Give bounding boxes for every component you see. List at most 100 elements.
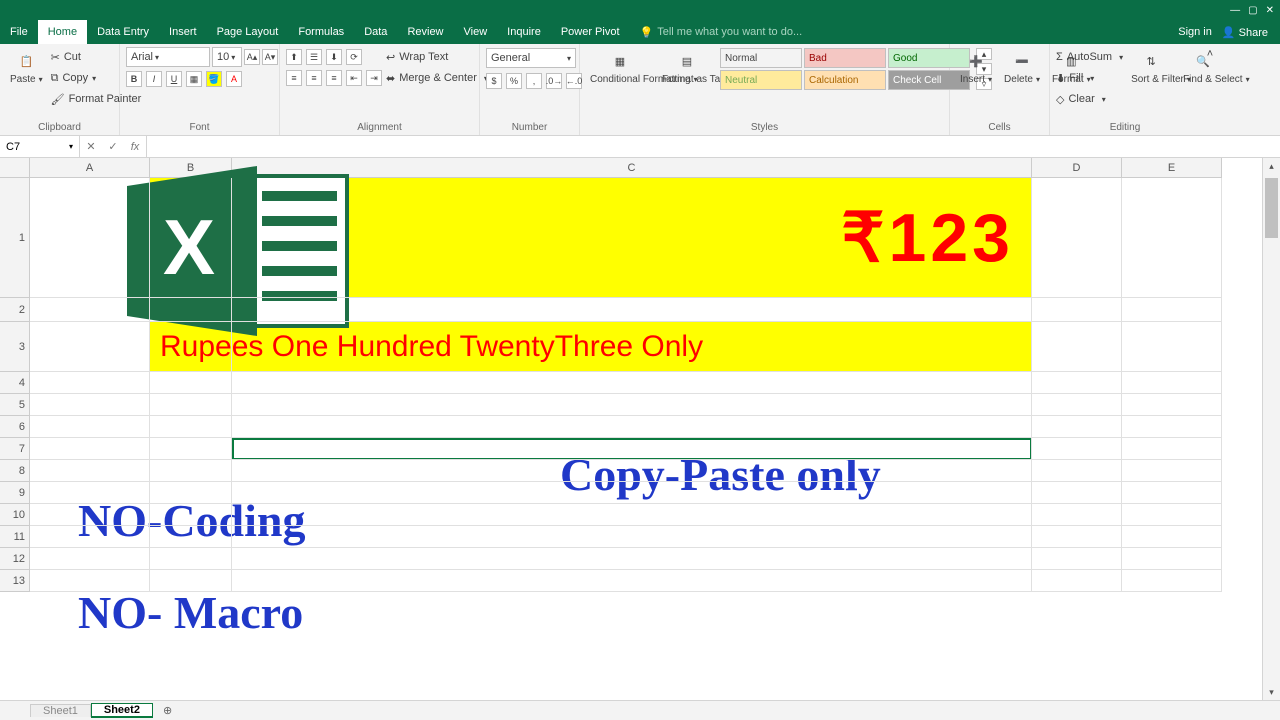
tab-view[interactable]: View	[454, 20, 498, 44]
share-button[interactable]: 👤 Share	[1222, 26, 1268, 39]
currency-button[interactable]: $	[486, 73, 502, 89]
inc-decimal-button[interactable]: .0→	[546, 73, 562, 89]
maximize-button[interactable]: ▢	[1248, 5, 1257, 16]
sigma-icon: Σ	[1056, 51, 1063, 63]
style-calculation[interactable]: Calculation	[804, 70, 886, 90]
sort-icon: ⇅	[1140, 50, 1162, 72]
fill-color-button[interactable]: 🪣	[206, 71, 222, 87]
spreadsheet-grid: ABCDE 12345678910111213 ₹123 Rupees One …	[0, 158, 1280, 700]
scroll-down-button[interactable]: ▾	[1263, 684, 1280, 700]
orientation-button[interactable]: ⟳	[346, 49, 362, 65]
row-head-12[interactable]: 12	[0, 548, 30, 570]
merge-label: Merge & Center	[399, 72, 477, 84]
row-head-1[interactable]: 1	[0, 178, 30, 298]
merge-center-button[interactable]: ⬌Merge & Center	[386, 69, 488, 87]
fx-icon[interactable]: fx	[124, 141, 146, 153]
delete-cells-button[interactable]: ➖Delete	[1000, 48, 1044, 87]
select-all-corner[interactable]	[0, 158, 30, 178]
tab-data[interactable]: Data	[354, 20, 397, 44]
tab-insert[interactable]: Insert	[159, 20, 207, 44]
alignment-group-label: Alignment	[286, 120, 473, 135]
row-head-11[interactable]: 11	[0, 526, 30, 548]
row-head-10[interactable]: 10	[0, 504, 30, 526]
number-format-selector[interactable]: General▾	[486, 48, 576, 68]
col-head-D[interactable]: D	[1032, 158, 1122, 178]
indent-dec-button[interactable]: ⇤	[346, 70, 362, 86]
font-group-label: Font	[126, 120, 273, 135]
sheet-tab-1[interactable]: Sheet1	[30, 704, 91, 717]
row-head-5[interactable]: 5	[0, 394, 30, 416]
style-normal[interactable]: Normal	[720, 48, 802, 68]
tab-inquire[interactable]: Inquire	[497, 20, 551, 44]
eraser-icon: ◇	[1056, 93, 1064, 106]
row-head-4[interactable]: 4	[0, 372, 30, 394]
tab-formulas[interactable]: Formulas	[288, 20, 354, 44]
italic-button[interactable]: I	[146, 71, 162, 87]
scroll-thumb[interactable]	[1265, 178, 1278, 238]
scroll-up-button[interactable]: ▴	[1263, 158, 1280, 174]
row-head-8[interactable]: 8	[0, 460, 30, 482]
tab-powerpivot[interactable]: Power Pivot	[551, 20, 630, 44]
font-size-selector[interactable]: 10▾	[212, 47, 242, 67]
indent-inc-button[interactable]: ⇥	[366, 70, 382, 86]
ribbon-group-font: Arial▾ 10▾ A▴ A▾ B I U ▦ 🪣 A Font	[120, 44, 280, 135]
clear-button[interactable]: ◇Clear	[1056, 90, 1123, 108]
wrap-text-button[interactable]: ↩Wrap Text	[386, 48, 488, 66]
cell-area[interactable]: ₹123 Rupees One Hundred TwentyThree Only…	[30, 178, 1262, 700]
sheet-tab-2[interactable]: Sheet2	[91, 703, 153, 718]
align-bottom-button[interactable]: ⬇	[326, 49, 342, 65]
collapse-ribbon-button[interactable]: ˄	[1200, 44, 1220, 135]
tell-me[interactable]: 💡 Tell me what you want to do...	[630, 20, 813, 44]
table-icon: ▤	[676, 50, 698, 72]
align-center-button[interactable]: ≡	[306, 70, 322, 86]
fill-icon: ⬇	[1056, 72, 1065, 85]
minimize-button[interactable]: —	[1230, 5, 1240, 16]
comma-button[interactable]: ,	[526, 73, 542, 89]
tab-home[interactable]: Home	[38, 20, 87, 44]
accept-formula-button[interactable]: ✓	[102, 140, 124, 153]
insert-cells-button[interactable]: ➕Insert	[956, 48, 996, 87]
paste-button[interactable]: 📋 Paste	[6, 48, 47, 87]
style-neutral[interactable]: Neutral	[720, 70, 802, 90]
cancel-formula-button[interactable]: ✕	[80, 140, 102, 153]
formula-input[interactable]	[147, 136, 1280, 157]
sum-label: AutoSum	[1067, 51, 1112, 63]
font-selector[interactable]: Arial▾	[126, 47, 210, 67]
tab-pagelayout[interactable]: Page Layout	[207, 20, 289, 44]
row-head-9[interactable]: 9	[0, 482, 30, 504]
row-head-3[interactable]: 3	[0, 322, 30, 372]
tab-review[interactable]: Review	[397, 20, 453, 44]
font-color-button[interactable]: A	[226, 71, 242, 87]
increase-font-icon[interactable]: A▴	[244, 49, 260, 65]
tab-file[interactable]: File	[0, 20, 38, 44]
name-box[interactable]: C7 ▾	[0, 136, 80, 157]
underline-button[interactable]: U	[166, 71, 182, 87]
sort-filter-button[interactable]: ⇅Sort & Filter	[1127, 48, 1175, 87]
overlay-no-macro: NO- Macro	[78, 586, 303, 639]
align-left-button[interactable]: ≡	[286, 70, 302, 86]
signin-link[interactable]: Sign in	[1178, 26, 1212, 38]
tab-dataentry[interactable]: Data Entry	[87, 20, 159, 44]
row-head-13[interactable]: 13	[0, 570, 30, 592]
tell-me-text: Tell me what you want to do...	[657, 26, 802, 38]
row-head-2[interactable]: 2	[0, 298, 30, 322]
style-bad[interactable]: Bad	[804, 48, 886, 68]
col-head-E[interactable]: E	[1122, 158, 1222, 178]
format-as-table-button[interactable]: ▤ Format as Table	[658, 48, 716, 87]
fill-button[interactable]: ⬇Fill	[1056, 69, 1123, 87]
close-button[interactable]: ✕	[1266, 5, 1274, 16]
row-head-6[interactable]: 6	[0, 416, 30, 438]
percent-button[interactable]: %	[506, 73, 522, 89]
align-top-button[interactable]: ⬆	[286, 49, 302, 65]
border-button[interactable]: ▦	[186, 71, 202, 87]
vertical-scrollbar[interactable]: ▴ ▾	[1262, 158, 1280, 700]
font-size: 10	[217, 51, 229, 63]
conditional-formatting-button[interactable]: ▦ Conditional Formatting	[586, 48, 654, 87]
align-right-button[interactable]: ≡	[326, 70, 342, 86]
decrease-font-icon[interactable]: A▾	[262, 49, 278, 65]
align-middle-button[interactable]: ☰	[306, 49, 322, 65]
new-sheet-button[interactable]: ⊕	[153, 704, 182, 717]
row-head-7[interactable]: 7	[0, 438, 30, 460]
autosum-button[interactable]: Σ AutoSum	[1056, 48, 1123, 66]
bold-button[interactable]: B	[126, 71, 142, 87]
